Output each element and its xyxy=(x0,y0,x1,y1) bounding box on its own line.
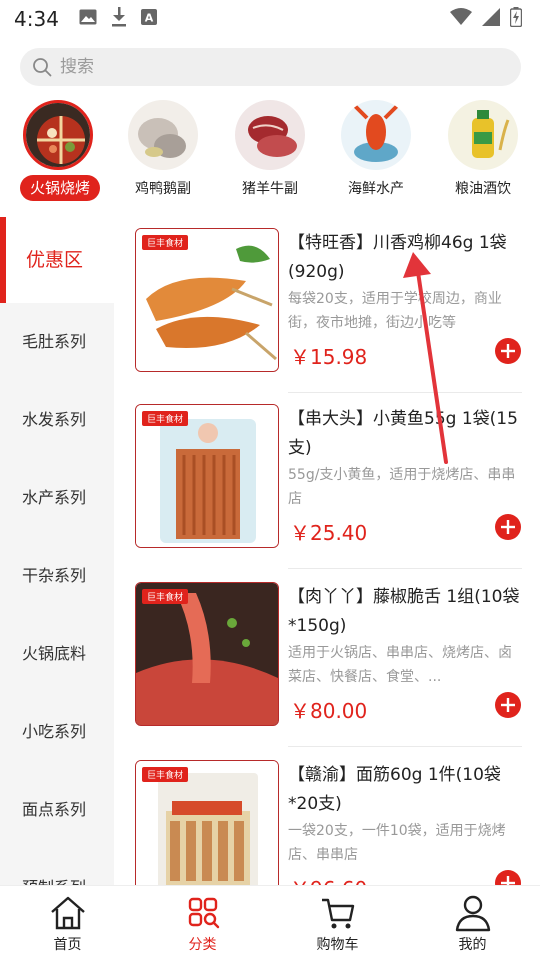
product-image: 巨丰食材 xyxy=(135,582,279,726)
search-bar[interactable] xyxy=(20,48,521,86)
sidebar-item-snacks[interactable]: 小吃系列 xyxy=(0,693,114,771)
image-notification-icon xyxy=(79,9,97,29)
product-badge: 巨丰食材 xyxy=(142,589,189,604)
divider xyxy=(288,568,522,569)
add-to-cart-button[interactable] xyxy=(495,514,521,540)
poultry-image xyxy=(128,100,198,170)
sidebar-item-aquatic[interactable]: 水产系列 xyxy=(0,459,114,537)
grain-oil-image xyxy=(448,100,518,170)
category-label: 火锅烧烤 xyxy=(20,175,100,201)
bottom-nav: 首页 分类 购物车 我的 xyxy=(0,885,540,960)
product-badge: 巨丰食材 xyxy=(142,411,189,426)
add-to-cart-button[interactable] xyxy=(495,870,521,885)
add-to-cart-button[interactable] xyxy=(495,692,521,718)
category-label: 海鲜水产 xyxy=(348,181,404,197)
product-list: 巨丰食材 【特旺香】川香鸡柳46g 1袋(920g) 每袋20支，适用于学校周边… xyxy=(114,217,540,885)
category-sidebar: 优惠区 毛肚系列 水发系列 水产系列 干杂系列 火锅底料 小吃系列 面点系列 预… xyxy=(0,217,114,885)
category-meat[interactable]: 猪羊牛副 xyxy=(220,96,320,208)
add-to-cart-button[interactable] xyxy=(495,338,521,364)
category-seafood[interactable]: 海鲜水产 xyxy=(326,96,426,208)
sidebar-item-hotpot-base[interactable]: 火锅底料 xyxy=(0,615,114,693)
category-row: 火锅烧烤 鸡鸭鹅副 猪羊牛副 海鲜水产 粮油酒饮 xyxy=(0,96,540,208)
product-description: 55g/支小黄鱼，适用于烧烤店、串串店 xyxy=(288,467,516,507)
product-image: 巨丰食材 xyxy=(135,404,279,548)
product-price: ￥96.60 xyxy=(290,873,367,885)
status-bar: 4:34 A xyxy=(0,0,540,38)
product-title: 【肉丫丫】藤椒脆舌 1组(10袋*150g) xyxy=(288,587,520,636)
product-card[interactable]: 巨丰食材 【赣渝】面筋60g 1件(10袋*20支) 一袋20支，一件10袋，适… xyxy=(114,749,540,885)
sidebar-item-pastry[interactable]: 面点系列 xyxy=(0,771,114,849)
nav-cart[interactable]: 购物车 xyxy=(270,886,405,960)
product-badge: 巨丰食材 xyxy=(142,235,189,250)
category-label: 粮油酒饮 xyxy=(455,181,511,197)
cart-icon xyxy=(321,898,354,929)
product-description: 每袋20支，适用于学校周边，商业街，夜市地摊，街边小吃等 xyxy=(288,291,502,331)
product-description: 适用于火锅店、串串店、烧烤店、卤菜店、快餐店、食堂、... xyxy=(288,645,512,685)
sidebar-item-prepared[interactable]: 预制系列 xyxy=(0,849,114,885)
search-input[interactable] xyxy=(60,57,480,77)
product-badge: 巨丰食材 xyxy=(142,767,189,782)
product-title: 【串大头】小黄鱼55g 1袋(15支) xyxy=(288,409,518,458)
category-hotpot-bbq[interactable]: 火锅烧烤 xyxy=(8,96,108,208)
signal-icon xyxy=(482,8,500,30)
download-icon xyxy=(111,7,127,31)
divider xyxy=(288,746,522,747)
category-label: 猪羊牛副 xyxy=(242,181,298,197)
meat-image xyxy=(235,100,305,170)
nav-category[interactable]: 分类 xyxy=(135,886,270,960)
product-title: 【特旺香】川香鸡柳46g 1袋(920g) xyxy=(288,233,507,282)
category-poultry[interactable]: 鸡鸭鹅副 xyxy=(113,96,213,208)
category-icon xyxy=(188,897,219,929)
product-title: 【赣渝】面筋60g 1件(10袋*20支) xyxy=(288,765,501,814)
nav-label: 分类 xyxy=(188,937,217,953)
product-card[interactable]: 巨丰食材 【肉丫丫】藤椒脆舌 1组(10袋*150g) 适用于火锅店、串串店、烧… xyxy=(114,571,540,747)
hotpot-image xyxy=(23,100,93,170)
nav-label: 我的 xyxy=(458,937,487,953)
product-card[interactable]: 巨丰食材 【串大头】小黄鱼55g 1袋(15支) 55g/支小黄鱼，适用于烧烤店… xyxy=(114,393,540,569)
sidebar-item-discounts[interactable]: 优惠区 xyxy=(0,217,114,303)
product-card[interactable]: 巨丰食材 【特旺香】川香鸡柳46g 1袋(920g) 每袋20支，适用于学校周边… xyxy=(114,217,540,393)
sidebar-item-tripe[interactable]: 毛肚系列 xyxy=(0,303,114,381)
seafood-image xyxy=(341,100,411,170)
nav-home[interactable]: 首页 xyxy=(0,886,135,960)
home-icon xyxy=(50,896,85,930)
nav-profile[interactable]: 我的 xyxy=(405,886,540,960)
status-time: 4:34 xyxy=(14,7,59,31)
product-price: ￥15.98 xyxy=(290,345,368,369)
battery-icon xyxy=(509,7,523,31)
product-description: 一袋20支，一件10袋，适用于烧烤店、串串店 xyxy=(288,823,506,863)
product-price: ￥80.00 xyxy=(290,699,368,723)
product-image: 巨丰食材 xyxy=(135,760,279,885)
search-icon xyxy=(33,58,52,77)
sidebar-item-dry-goods[interactable]: 干杂系列 xyxy=(0,537,114,615)
nav-label: 首页 xyxy=(53,937,82,953)
product-image: 巨丰食材 xyxy=(135,228,279,372)
svg-text:A: A xyxy=(145,12,154,25)
nav-label: 购物车 xyxy=(316,937,359,953)
profile-icon xyxy=(455,895,490,932)
sidebar-item-soaked[interactable]: 水发系列 xyxy=(0,381,114,459)
text-notification-icon: A xyxy=(140,9,157,29)
product-price: ￥25.40 xyxy=(290,521,368,545)
category-label: 鸡鸭鹅副 xyxy=(135,181,191,197)
wifi-icon xyxy=(450,8,472,30)
category-grain-oil-drinks[interactable]: 粮油酒饮 xyxy=(433,96,533,208)
